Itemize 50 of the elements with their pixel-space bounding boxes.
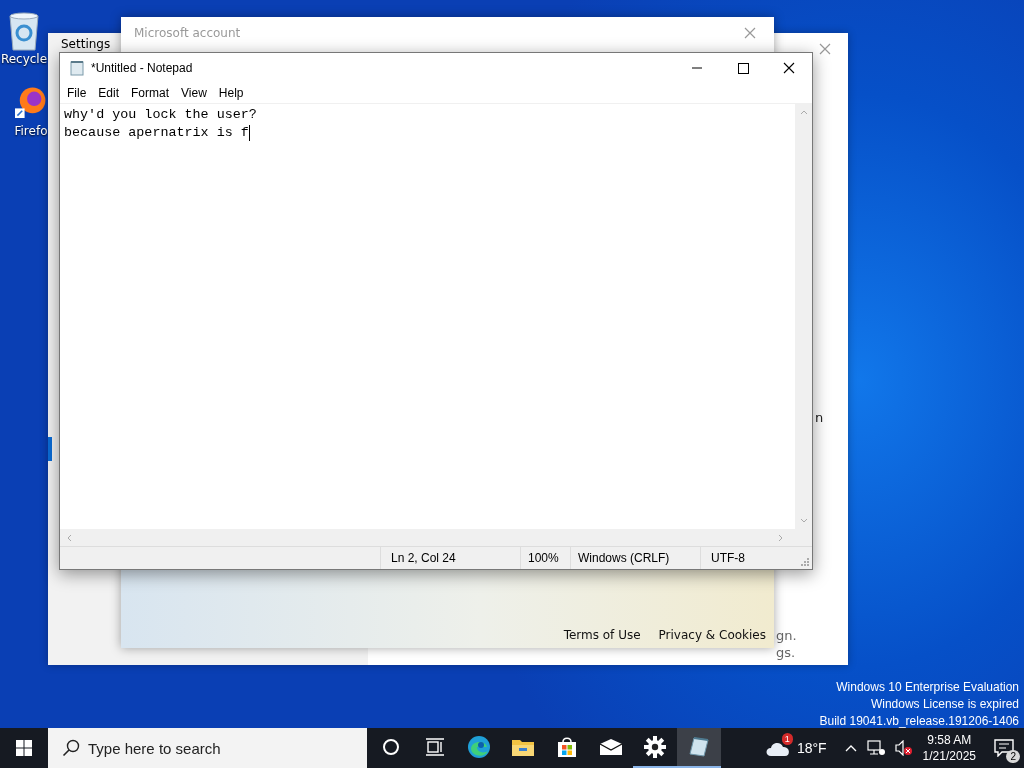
taskbar-app-button[interactable] bbox=[677, 728, 721, 768]
status-text: 100% bbox=[520, 547, 570, 569]
text-caret bbox=[248, 125, 250, 141]
envelope-icon bbox=[599, 738, 623, 756]
license-notice-text: Build 19041.vb_release.191206-1406 bbox=[819, 713, 1019, 730]
status-text: Windows (CRLF) bbox=[570, 547, 700, 569]
clock-date[interactable]: 1/21/2025 bbox=[922, 748, 976, 764]
clock-time[interactable]: 9:58 AM bbox=[927, 732, 972, 748]
footer-link[interactable]: Terms of Use bbox=[563, 628, 641, 642]
gear-icon bbox=[644, 736, 666, 758]
network-icon[interactable] bbox=[866, 740, 885, 756]
search-field[interactable]: Type here to search bbox=[48, 728, 367, 768]
volume-muted-icon[interactable] bbox=[894, 740, 913, 756]
chevron-up-icon[interactable] bbox=[844, 744, 857, 752]
notepad-icon bbox=[688, 736, 710, 758]
desktop-icon-label[interactable]: Firefo bbox=[14, 124, 48, 138]
status-text: UTF-8 bbox=[700, 547, 800, 569]
footer-link[interactable]: Privacy & Cookies bbox=[658, 628, 766, 642]
settings-text: n bbox=[815, 410, 824, 425]
edge-icon bbox=[467, 735, 491, 759]
desktop-icon-label[interactable]: Recycle bbox=[0, 52, 48, 66]
temperature-text[interactable]: 18°F bbox=[796, 740, 827, 756]
close-icon[interactable] bbox=[819, 43, 831, 55]
folder-icon bbox=[511, 737, 535, 757]
resize-grip-icon[interactable] bbox=[800, 557, 810, 567]
status-text: Ln 2, Col 24 bbox=[380, 547, 520, 569]
settings-text: gs. bbox=[776, 645, 796, 660]
close-icon[interactable] bbox=[744, 27, 756, 39]
circle-icon bbox=[382, 738, 400, 756]
notepad-icon bbox=[69, 60, 85, 76]
text-line: because apernatrix is f bbox=[64, 124, 249, 142]
shopping-bag-icon bbox=[556, 736, 578, 758]
menu-item[interactable]: File bbox=[67, 86, 87, 100]
menu-item[interactable]: Help bbox=[218, 86, 244, 100]
window-title: *Untitled - Notepad bbox=[91, 61, 194, 75]
text-line: why'd you lock the user? bbox=[64, 106, 257, 124]
window-title: Settings bbox=[61, 37, 111, 51]
window-title: Microsoft account bbox=[134, 26, 241, 40]
license-notice-text: Windows License is expired bbox=[870, 696, 1019, 713]
menu-item[interactable]: Edit bbox=[98, 86, 120, 100]
selection-indicator bbox=[48, 437, 52, 461]
notification-count: 2 bbox=[1006, 750, 1020, 763]
text-area[interactable]: why'd you lock the user? because apernatrix is f bbox=[60, 104, 795, 529]
task-view-icon bbox=[425, 738, 445, 756]
menu-item[interactable]: Format bbox=[131, 86, 170, 100]
windows-logo-icon bbox=[16, 740, 32, 756]
license-notice-text: Windows 10 Enterprise Evaluation bbox=[836, 679, 1019, 696]
notification-badge: 1 bbox=[781, 733, 793, 745]
menu-item[interactable]: View bbox=[181, 86, 207, 100]
settings-text: gn. bbox=[776, 628, 797, 643]
